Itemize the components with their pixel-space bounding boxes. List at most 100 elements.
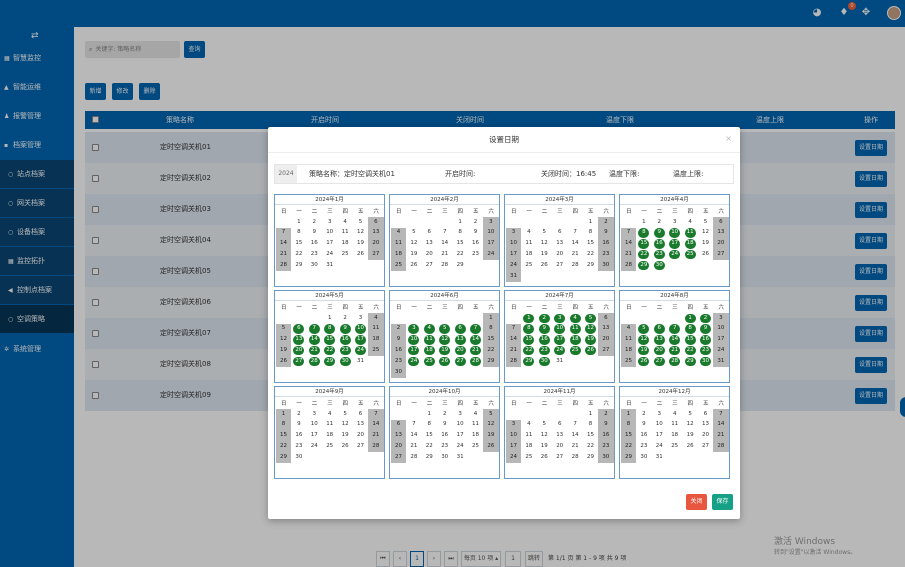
day-cell[interactable]: 12 (537, 239, 552, 250)
day-cell[interactable]: 2 (391, 323, 407, 335)
day-cell[interactable]: 1 (621, 409, 637, 420)
day-cell[interactable]: 27 (598, 345, 614, 357)
day-cell[interactable]: 15 (291, 239, 306, 250)
day-cell[interactable]: 29 (583, 452, 598, 463)
day-cell[interactable]: 18 (322, 431, 337, 442)
day-cell[interactable]: 2 (636, 409, 651, 420)
day-cell[interactable]: 4 (667, 409, 682, 420)
day-cell[interactable]: 6 (353, 409, 368, 420)
day-cell[interactable]: 3 (322, 217, 337, 228)
day-cell[interactable]: 5 (537, 420, 552, 431)
day-cell[interactable]: 29 (453, 260, 468, 271)
day-cell[interactable]: 24 (713, 345, 729, 357)
day-cell[interactable]: 3 (506, 419, 522, 431)
day-cell[interactable]: 24 (506, 452, 522, 463)
day-cell[interactable]: 23 (598, 441, 614, 453)
day-cell[interactable]: 19 (276, 345, 292, 357)
day-cell[interactable]: 21 (713, 430, 729, 442)
day-cell[interactable]: 28 (667, 356, 682, 367)
day-cell[interactable]: 19 (698, 239, 713, 250)
day-cell[interactable]: 16 (598, 238, 614, 250)
day-cell[interactable]: 18 (338, 239, 353, 250)
day-cell[interactable]: 25 (422, 356, 437, 367)
day-cell[interactable]: 16 (338, 335, 353, 346)
day-cell[interactable]: 10 (483, 227, 499, 239)
day-cell[interactable]: 17 (506, 441, 522, 453)
day-cell[interactable]: 25 (683, 249, 698, 260)
day-cell[interactable]: 10 (713, 323, 729, 335)
day-cell[interactable]: 29 (521, 356, 536, 367)
day-cell[interactable]: 8 (521, 324, 536, 335)
day-cell[interactable]: 23 (468, 249, 483, 260)
day-cell[interactable]: 19 (353, 239, 368, 250)
day-cell[interactable]: 15 (583, 431, 598, 442)
day-cell[interactable]: 13 (552, 431, 567, 442)
day-cell[interactable]: 10 (506, 430, 522, 442)
day-cell[interactable]: 15 (276, 430, 292, 442)
day-cell[interactable]: 1 (583, 217, 598, 228)
day-cell[interactable]: 30 (338, 356, 353, 367)
day-cell[interactable]: 3 (483, 217, 499, 228)
day-cell[interactable]: 20 (453, 345, 468, 356)
day-cell[interactable]: 7 (406, 420, 421, 431)
day-cell[interactable]: 16 (291, 431, 306, 442)
day-cell[interactable]: 21 (621, 249, 637, 261)
day-cell[interactable]: 26 (537, 452, 552, 463)
day-cell[interactable]: 27 (353, 441, 368, 452)
day-cell[interactable]: 24 (406, 356, 421, 367)
day-cell[interactable]: 22 (621, 441, 637, 453)
day-cell[interactable]: 8 (483, 323, 499, 335)
day-cell[interactable]: 17 (353, 335, 368, 346)
day-cell[interactable]: 17 (307, 431, 322, 442)
day-cell[interactable]: 28 (621, 260, 637, 271)
day-cell[interactable]: 2 (338, 313, 353, 324)
day-cell[interactable]: 18 (521, 441, 536, 452)
day-cell[interactable]: 5 (338, 409, 353, 420)
day-cell[interactable]: 23 (338, 345, 353, 356)
day-cell[interactable]: 7 (276, 227, 292, 239)
day-cell[interactable]: 6 (552, 228, 567, 239)
day-cell[interactable]: 27 (368, 249, 384, 261)
day-cell[interactable]: 22 (276, 441, 292, 453)
day-cell[interactable]: 14 (368, 419, 384, 431)
day-cell[interactable]: 30 (437, 452, 452, 463)
day-cell[interactable]: 11 (568, 324, 583, 335)
day-cell[interactable]: 13 (652, 335, 667, 346)
day-cell[interactable]: 1 (636, 217, 651, 228)
day-cell[interactable]: 6 (652, 324, 667, 335)
day-cell[interactable]: 5 (406, 228, 421, 239)
day-cell[interactable]: 24 (353, 345, 368, 356)
day-cell[interactable]: 25 (322, 441, 337, 452)
day-cell[interactable]: 8 (422, 420, 437, 431)
day-cell[interactable]: 15 (583, 239, 598, 250)
day-cell[interactable]: 9 (391, 334, 407, 346)
day-cell[interactable]: 12 (353, 228, 368, 239)
day-cell[interactable]: 25 (391, 260, 407, 271)
day-cell[interactable]: 30 (537, 356, 552, 367)
day-cell[interactable]: 15 (453, 239, 468, 250)
day-cell[interactable]: 22 (683, 345, 698, 356)
day-cell[interactable]: 28 (713, 441, 729, 453)
day-cell[interactable]: 9 (437, 420, 452, 431)
day-cell[interactable]: 2 (652, 217, 667, 228)
day-cell[interactable]: 15 (621, 430, 637, 442)
day-cell[interactable]: 9 (307, 228, 322, 239)
day-cell[interactable]: 21 (468, 345, 483, 356)
day-cell[interactable]: 3 (353, 313, 368, 324)
day-cell[interactable]: 25 (667, 441, 682, 452)
day-cell[interactable]: 20 (391, 441, 407, 453)
day-cell[interactable]: 31 (552, 356, 567, 367)
day-cell[interactable]: 20 (422, 249, 437, 260)
day-cell[interactable]: 14 (468, 335, 483, 346)
day-cell[interactable]: 9 (652, 228, 667, 239)
day-cell[interactable]: 10 (322, 228, 337, 239)
day-cell[interactable]: 5 (636, 324, 651, 335)
day-cell[interactable]: 21 (506, 345, 522, 357)
day-cell[interactable]: 20 (698, 431, 713, 442)
day-cell[interactable]: 22 (453, 249, 468, 260)
day-cell[interactable]: 30 (698, 356, 713, 367)
day-cell[interactable]: 5 (537, 228, 552, 239)
day-cell[interactable]: 16 (437, 431, 452, 442)
day-cell[interactable]: 12 (698, 228, 713, 239)
day-cell[interactable]: 28 (406, 452, 421, 463)
